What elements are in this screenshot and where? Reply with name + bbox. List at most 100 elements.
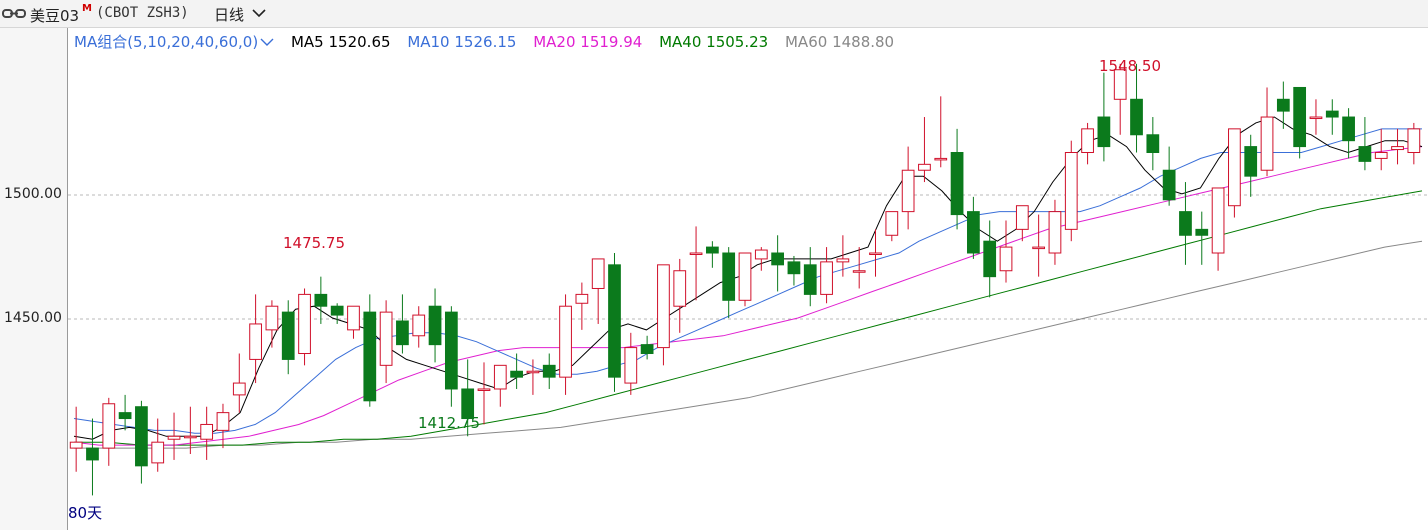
candle-body <box>771 252 784 266</box>
candle[interactable] <box>1276 81 1290 129</box>
candle[interactable] <box>820 247 833 304</box>
candle[interactable] <box>901 146 915 230</box>
candle[interactable] <box>1325 99 1339 135</box>
candle[interactable] <box>869 229 882 277</box>
candle[interactable] <box>428 288 442 363</box>
candle-body <box>1407 128 1421 154</box>
candle[interactable] <box>363 294 377 407</box>
candle-body <box>1048 211 1062 254</box>
candle-body <box>477 388 491 391</box>
candle-body <box>69 441 83 449</box>
candle-body <box>918 163 931 171</box>
candle[interactable] <box>689 226 703 301</box>
candle[interactable] <box>1162 146 1176 206</box>
candle[interactable] <box>1081 122 1094 165</box>
candle[interactable] <box>314 276 328 324</box>
candle-body <box>1244 146 1258 177</box>
candle[interactable] <box>852 247 866 289</box>
candle[interactable] <box>1244 134 1258 197</box>
candle[interactable] <box>347 305 360 339</box>
low-annotation: 1412.75 <box>418 414 480 432</box>
candlestick-chart[interactable]: 1548.50 1475.75 1412.75 <box>0 0 1428 530</box>
candle[interactable] <box>183 406 197 455</box>
candle[interactable] <box>1228 128 1241 218</box>
candle-body <box>1358 146 1372 162</box>
candle[interactable] <box>412 306 426 348</box>
candle[interactable] <box>983 220 997 298</box>
candle[interactable] <box>1309 99 1323 135</box>
candle[interactable] <box>1374 128 1388 171</box>
candle[interactable] <box>1293 86 1307 159</box>
candle-body <box>265 305 279 331</box>
candle[interactable] <box>706 241 719 268</box>
candle-body <box>444 311 458 390</box>
candle-body <box>901 169 915 213</box>
candle[interactable] <box>200 406 214 460</box>
candle[interactable] <box>918 117 931 183</box>
candle[interactable] <box>1179 182 1192 265</box>
candle[interactable] <box>281 300 295 375</box>
candle-body <box>1309 116 1323 120</box>
candle[interactable] <box>1130 63 1143 153</box>
candle[interactable] <box>771 235 784 292</box>
candle[interactable] <box>559 294 572 395</box>
candle[interactable] <box>1260 87 1274 177</box>
candle[interactable] <box>624 332 638 395</box>
candle[interactable] <box>738 252 752 307</box>
candle[interactable] <box>265 300 279 348</box>
candle-body <box>1146 134 1160 154</box>
candle[interactable] <box>1407 122 1421 165</box>
candle[interactable] <box>510 353 523 389</box>
candle[interactable] <box>657 264 670 366</box>
candle[interactable] <box>787 255 801 286</box>
candle-body <box>298 293 311 355</box>
candle[interactable] <box>999 220 1013 283</box>
candle[interactable] <box>885 211 899 242</box>
candle[interactable] <box>1146 117 1160 171</box>
candle-body <box>706 246 719 254</box>
candle[interactable] <box>493 364 507 407</box>
candle[interactable] <box>673 258 687 333</box>
candle[interactable] <box>803 247 817 307</box>
candle[interactable] <box>967 196 980 259</box>
candle[interactable] <box>1097 72 1111 162</box>
candle[interactable] <box>379 300 393 384</box>
candle[interactable] <box>86 418 99 496</box>
candle[interactable] <box>167 412 181 460</box>
candle[interactable] <box>249 294 262 384</box>
candle[interactable] <box>1211 187 1225 271</box>
candle[interactable] <box>396 294 409 354</box>
candle[interactable] <box>102 397 116 466</box>
candle-body <box>347 305 360 331</box>
candle-body <box>118 412 132 420</box>
candle[interactable] <box>1048 199 1062 265</box>
candle[interactable] <box>950 128 964 230</box>
candle-body <box>820 261 833 295</box>
candle[interactable] <box>1064 140 1078 242</box>
candle-body <box>591 258 605 289</box>
candle[interactable] <box>1195 211 1209 265</box>
candle[interactable] <box>754 247 768 271</box>
candle-body <box>102 403 116 449</box>
candle[interactable] <box>444 306 458 407</box>
candle[interactable] <box>1391 128 1404 165</box>
candle-body <box>183 435 197 439</box>
candle-body <box>232 382 246 396</box>
candle[interactable] <box>216 403 230 449</box>
candle-body <box>803 264 817 295</box>
candle[interactable] <box>69 406 83 472</box>
candle[interactable] <box>608 253 621 392</box>
candle[interactable] <box>591 258 605 324</box>
candle-body <box>363 311 377 402</box>
candle-body <box>738 252 752 301</box>
candle[interactable] <box>722 247 736 319</box>
candle[interactable] <box>575 282 589 330</box>
candle[interactable] <box>1032 214 1046 277</box>
candle[interactable] <box>1358 117 1372 171</box>
candle[interactable] <box>1015 205 1029 242</box>
candle[interactable] <box>151 418 165 472</box>
candle[interactable] <box>934 96 948 168</box>
candle[interactable] <box>542 353 556 389</box>
candle[interactable] <box>135 400 148 484</box>
candle[interactable] <box>298 288 311 366</box>
